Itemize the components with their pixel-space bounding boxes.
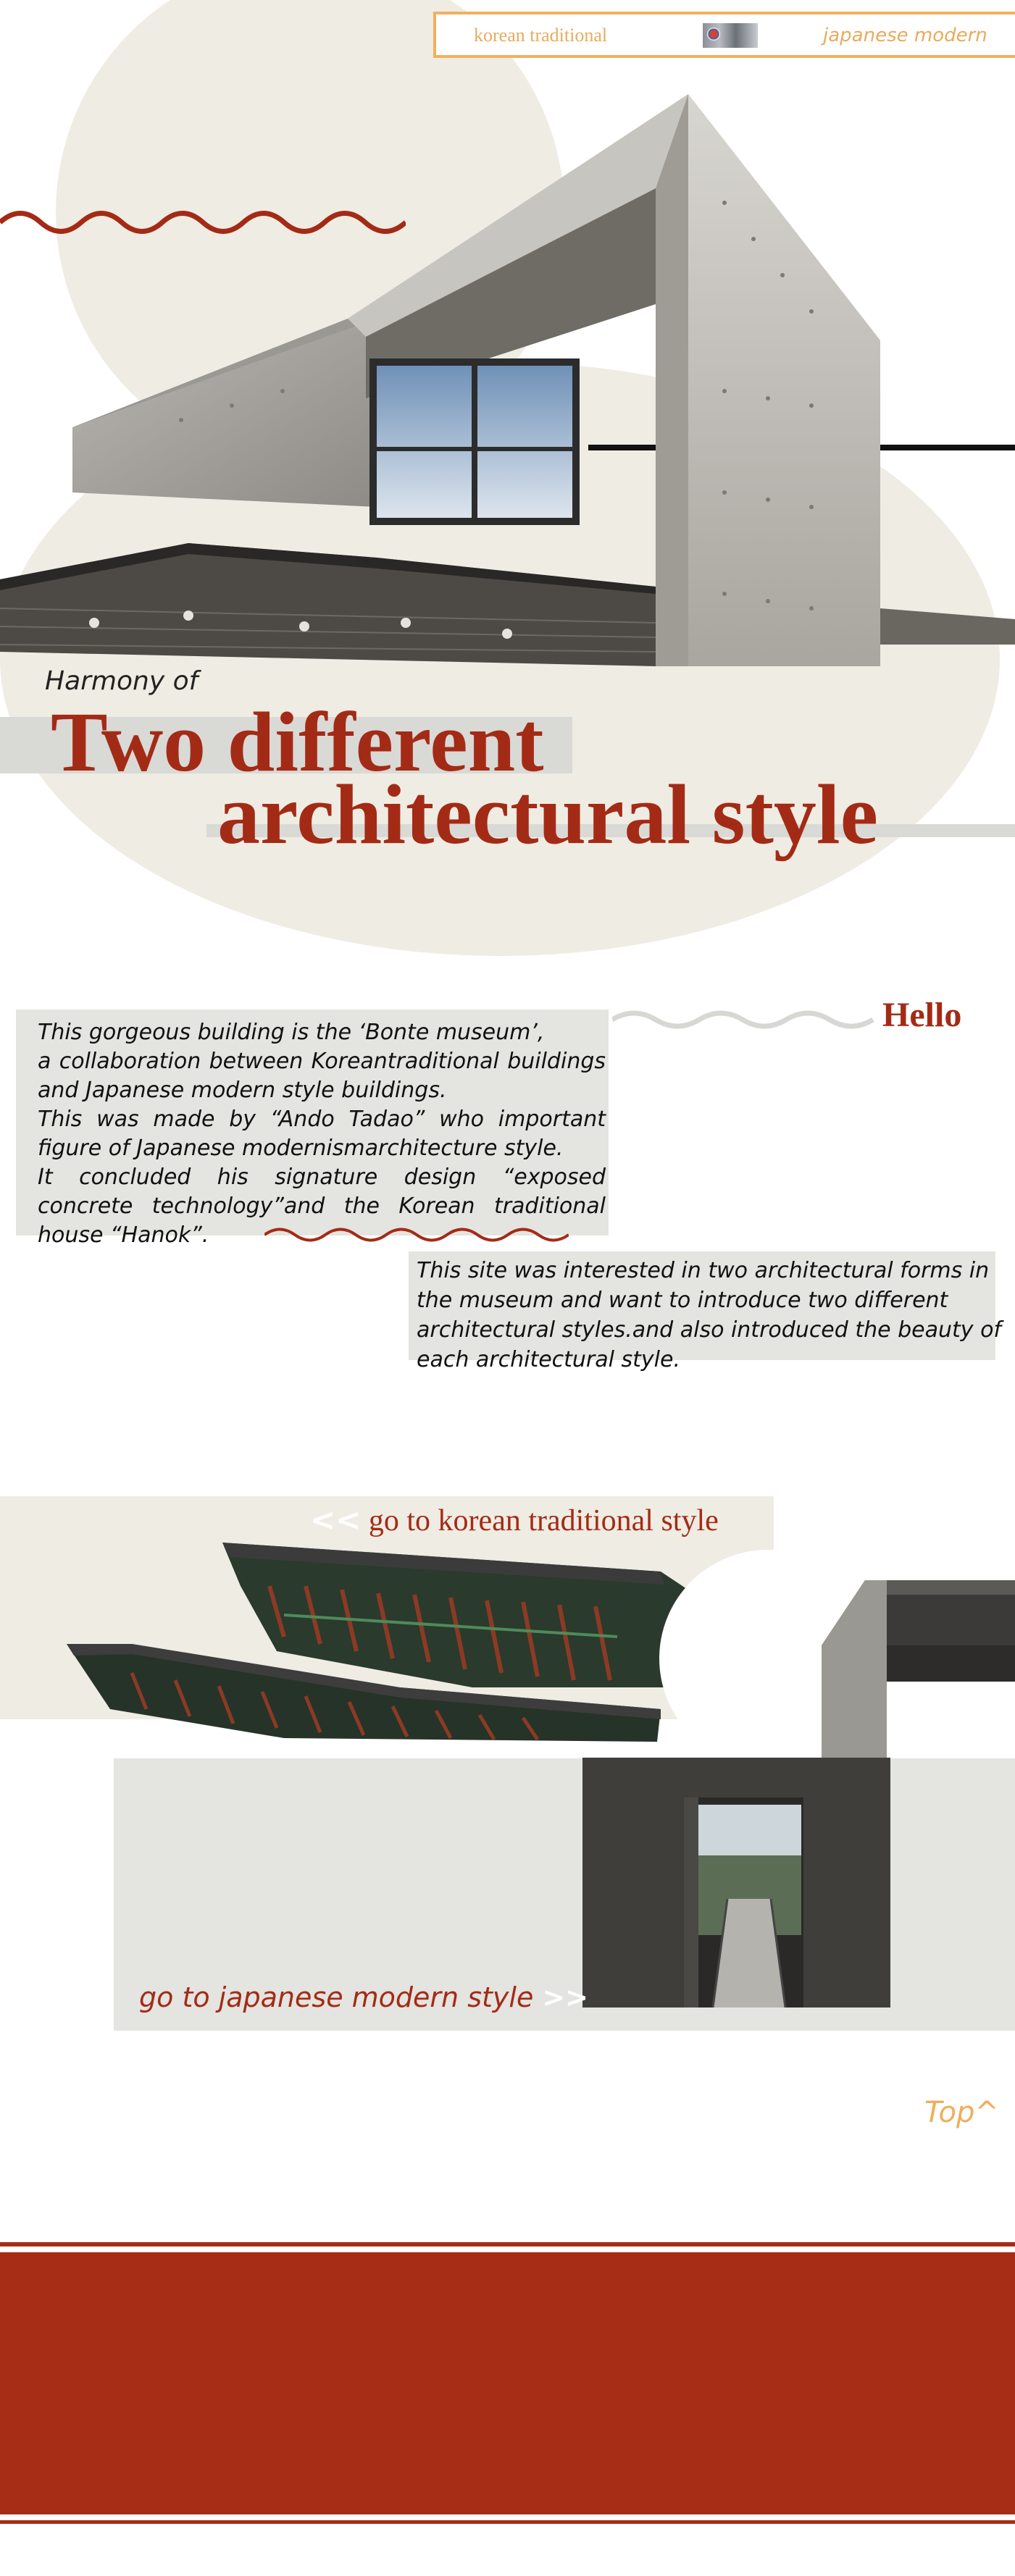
intro-paragraph: a collaboration between Koreantraditiona…	[38, 1049, 606, 1103]
japanese-concrete-image	[582, 1580, 1015, 2007]
double-right-arrow-icon: >>	[542, 1981, 589, 2013]
hero-subtitle: Harmony of	[45, 666, 199, 696]
intro-paragraph: This gorgeous building is the ‘Bonte mus…	[38, 1020, 545, 1045]
museum-building-image	[0, 94, 1015, 666]
japanese-style-link-label: go to japanese modern style	[139, 1981, 534, 2013]
top-navigation: korean traditional japanese modern	[433, 12, 1015, 58]
go-to-korean-style-link[interactable]: << go to korean traditional style	[310, 1502, 719, 1538]
footer-divider	[0, 2520, 1015, 2524]
hero-title-line-2: architectural style	[217, 767, 879, 862]
nav-japanese-modern-link[interactable]: japanese modern	[823, 25, 987, 46]
tile-pattern-icon	[703, 23, 758, 48]
footer-divider	[0, 2242, 1015, 2246]
footer	[0, 2252, 1015, 2514]
wave-decoration	[612, 1010, 874, 1029]
go-to-japanese-style-link[interactable]: go to japanese modern style >>	[139, 1981, 588, 2013]
korean-style-link-label: go to korean traditional style	[368, 1504, 719, 1537]
intro-paragraph: This was made by “Ando Tadao” who import…	[38, 1107, 606, 1161]
back-to-top-link[interactable]: Top^	[924, 2096, 999, 2129]
hello-heading: Hello	[882, 996, 962, 1034]
about-text: This site was interested in two architec…	[417, 1258, 1001, 1372]
double-left-arrow-icon: <<	[310, 1502, 362, 1537]
intro-text: This gorgeous building is the ‘Bonte mus…	[38, 1018, 606, 1250]
wave-decoration	[264, 1228, 569, 1242]
nav-korean-traditional-link[interactable]: korean traditional	[474, 25, 607, 46]
